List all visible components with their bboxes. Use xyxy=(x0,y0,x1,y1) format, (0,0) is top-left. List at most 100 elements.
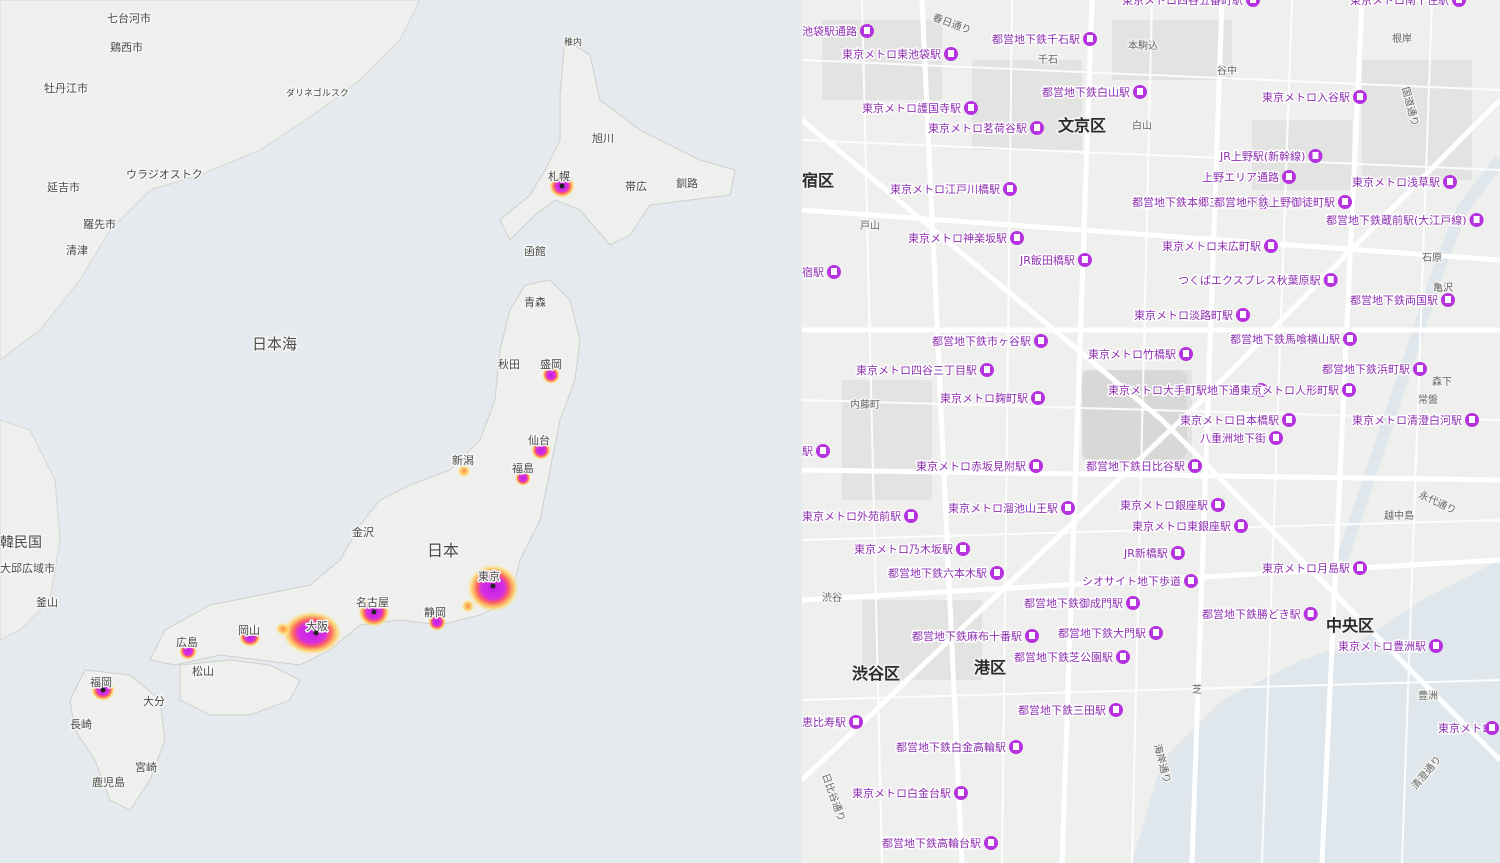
station-label: JR新橋駅 xyxy=(1123,546,1168,560)
station-building-icon xyxy=(820,447,826,454)
station-label: 都営地下鉄六本木駅 xyxy=(888,566,987,580)
svg-text:新潟: 新潟 xyxy=(452,453,474,467)
svg-text:帯広: 帯広 xyxy=(625,180,647,193)
station-label: 東京メトロ四谷五番町駅 xyxy=(1122,0,1243,7)
svg-text:越中島: 越中島 xyxy=(1384,509,1414,522)
station-marker[interactable]: 東京メトロ東池袋駅 xyxy=(841,46,958,63)
station-marker[interactable]: 東京メトロ末広町駅 xyxy=(1161,238,1278,255)
station-marker[interactable]: 都営地下鉄馬喰横山駅 xyxy=(1229,331,1357,348)
station-marker[interactable]: JR飯田橋駅 xyxy=(1018,252,1092,269)
station-marker[interactable]: 東京メトロ護国寺駅 xyxy=(861,100,978,117)
station-label: 東京メトロ入谷駅 xyxy=(1262,90,1350,104)
station-marker[interactable]: 東京メトロ日本橋駅 xyxy=(1179,412,1296,429)
station-marker[interactable]: 都営地下鉄市ヶ谷駅 xyxy=(931,333,1048,350)
station-label: 上野エリア通路 xyxy=(1202,171,1279,184)
station-building-icon xyxy=(1035,394,1041,401)
station-label: 東京メトロ江戸川橋駅 xyxy=(890,182,1000,196)
station-marker[interactable]: 東京メトロ乃木坂駅 xyxy=(853,541,970,558)
station-building-icon xyxy=(1417,365,1423,372)
station-marker[interactable]: 東京メトロ溜池山王駅 xyxy=(947,500,1075,517)
station-building-icon xyxy=(853,718,859,725)
svg-text:松山: 松山 xyxy=(192,664,214,678)
station-label: 東京メトロ南千住駅 xyxy=(1350,0,1449,7)
svg-text:釧路: 釧路 xyxy=(676,176,698,190)
station-label: 都営地下鉄両国駅 xyxy=(1350,293,1438,307)
station-marker[interactable]: 都営地下鉄高輪台駅 xyxy=(881,835,998,852)
station-marker[interactable]: 東京メトロ四谷五番町駅 xyxy=(1121,0,1260,9)
station-marker[interactable]: 東京メトロ外苑前駅 xyxy=(802,508,918,525)
station-marker[interactable]: 東京メトロ赤坂見附駅 xyxy=(915,458,1043,475)
tokyo-station-map[interactable]: 文京区 宿区 渋谷区 港区 中央区 本駒込 千石 谷中 白山 根岸 戸山 石原 … xyxy=(802,0,1500,863)
station-marker[interactable]: 東京メトロ淡路町駅 xyxy=(1133,307,1250,324)
station-building-icon xyxy=(1347,335,1353,342)
station-marker[interactable]: 都営地下鉄御成門駅 xyxy=(1023,595,1140,612)
station-marker[interactable]: 東京メトロ人形町駅 xyxy=(1239,382,1356,399)
station-building-icon xyxy=(948,50,954,57)
station-label: 東京メトロ日本橋駅 xyxy=(1180,413,1279,427)
svg-text:芝: 芝 xyxy=(1192,683,1202,696)
station-marker[interactable]: 東京メトロ茗荷谷駅 xyxy=(927,120,1044,137)
station-marker[interactable]: 池袋駅通路 xyxy=(802,23,874,40)
svg-text:谷中: 谷中 xyxy=(1217,64,1237,77)
station-marker[interactable]: 都営地下鉄上野御徒町駅 xyxy=(1213,194,1352,211)
station-marker[interactable]: 東京メトロ東銀座駅 xyxy=(1131,518,1248,535)
station-label: つくばエクスプレス秋葉原駅 xyxy=(1178,273,1321,287)
station-building-icon xyxy=(1013,743,1019,750)
station-label: 東京メトロ外苑前駅 xyxy=(802,509,901,523)
station-marker[interactable]: 東京メトロ xyxy=(1437,720,1499,737)
station-building-icon xyxy=(1473,216,1480,223)
station-marker[interactable]: 東京メトロ白金台駅 xyxy=(851,785,968,802)
svg-text:函館: 函館 xyxy=(524,244,546,258)
station-building-icon xyxy=(1327,276,1334,283)
ward-label-chuo: 中央区 xyxy=(1326,616,1374,635)
station-label: 池袋駅通路 xyxy=(802,24,857,38)
station-marker[interactable]: 宿駅 xyxy=(802,264,841,281)
station-label: 都営地下鉄市ヶ谷駅 xyxy=(932,334,1031,348)
station-marker[interactable]: 東京メトロ清澄白河駅 xyxy=(1351,412,1479,429)
station-marker[interactable]: 都営地下鉄麻布十番駅 xyxy=(911,628,1039,645)
station-building-icon xyxy=(864,27,870,34)
station-marker[interactable]: シオサイト地下歩道 xyxy=(1081,573,1198,590)
station-marker[interactable]: 都営地下鉄六本木駅 xyxy=(887,565,1004,582)
station-building-icon xyxy=(1268,242,1274,249)
station-marker[interactable]: 恵比寿駅 xyxy=(802,714,863,731)
station-building-icon xyxy=(1240,311,1246,318)
station-building-icon xyxy=(1183,350,1189,357)
station-building-icon xyxy=(994,569,1000,576)
station-label: 都営地下鉄麻布十番駅 xyxy=(912,629,1022,643)
station-building-icon xyxy=(1357,564,1363,571)
station-marker[interactable]: 都営地下鉄蔵前駅(大江戸線) xyxy=(1325,212,1484,229)
svg-text:札幌: 札幌 xyxy=(548,169,570,183)
station-building-icon xyxy=(1034,124,1040,131)
station-label: 宿駅 xyxy=(802,265,824,279)
station-building-icon xyxy=(1153,629,1159,636)
sea-label: 日本海 xyxy=(252,335,297,353)
svg-text:大分: 大分 xyxy=(143,694,165,708)
svg-text:広島: 広島 xyxy=(176,635,198,649)
station-marker[interactable]: 東京メトロ江戸川橋駅 xyxy=(889,181,1017,198)
station-building-icon xyxy=(1250,0,1256,3)
svg-text:ダリネゴルスク: ダリネゴルスク xyxy=(286,87,349,99)
station-marker[interactable]: 都営地下鉄芝公園駅 xyxy=(1013,649,1130,666)
station-marker[interactable]: 東京メトロ神楽坂駅 xyxy=(907,230,1024,247)
station-marker[interactable]: 都営地下鉄勝どき駅 xyxy=(1201,606,1318,623)
station-label: 都営地下鉄三田駅 xyxy=(1018,703,1106,717)
svg-text:亀沢: 亀沢 xyxy=(1433,281,1453,294)
station-marker[interactable]: JR新橋駅 xyxy=(1122,545,1185,562)
svg-text:旭川: 旭川 xyxy=(592,131,614,145)
station-marker[interactable]: 東京メトロ四谷三丁目駅 xyxy=(855,362,994,379)
station-building-icon xyxy=(1286,416,1292,423)
station-label: 東京メトロ豊洲駅 xyxy=(1338,639,1426,653)
station-marker[interactable]: 東京メトロ南千住駅 xyxy=(1349,0,1466,9)
svg-text:名古屋: 名古屋 xyxy=(356,595,389,609)
svg-text:森下: 森下 xyxy=(1432,375,1452,388)
station-label: 東京メトロ竹橋駅 xyxy=(1088,347,1176,361)
station-label: 東京メトロ神楽坂駅 xyxy=(908,231,1007,245)
japan-heatmap[interactable]: 日本海 日本 韓民国 七台河市 鶏西市 牡丹江市 ダリネゴルスク ウラジオストク… xyxy=(0,0,802,863)
station-marker[interactable]: 都営地下鉄白金高輪駅 xyxy=(895,739,1023,756)
station-marker[interactable]: 都営地下鉄日比谷駅 xyxy=(1085,458,1202,475)
station-marker[interactable]: つくばエクスプレス秋葉原駅 xyxy=(1177,272,1338,289)
svg-text:常盤: 常盤 xyxy=(1418,393,1438,406)
svg-text:東京: 東京 xyxy=(478,569,500,583)
svg-text:七台河市: 七台河市 xyxy=(107,11,151,25)
